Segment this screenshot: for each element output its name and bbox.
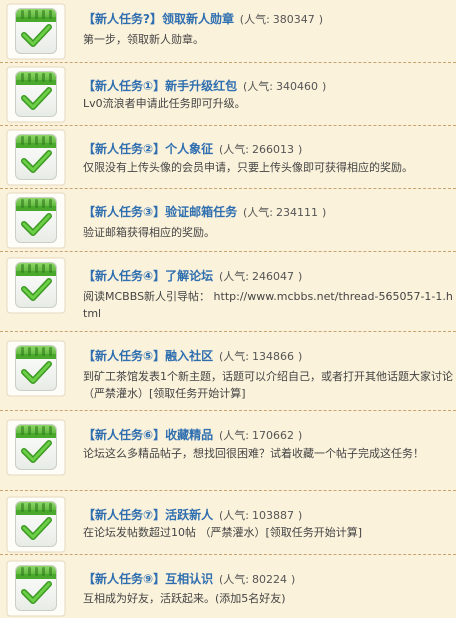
popularity-close: ) [298,270,303,283]
task-title-line: 【新人任务?】领取新人勋章 (人气: 380347) [83,11,323,28]
task-title-line: 【新人任务③】验证邮箱任务 (人气: 234111) [83,204,326,221]
task-checkbox-icon[interactable] [4,494,68,554]
task-item: 【新人任务①】新手升级红包 (人气: 340460) Lv0流浪者申请此任务即可升… [0,63,456,126]
popularity-close: ) [298,143,303,156]
task-checkbox-icon[interactable] [4,417,68,477]
task-checkbox-icon[interactable] [4,64,68,124]
task-title-line: 【新人任务⑨】互相认识 (人气: 80224) [83,571,295,588]
popularity-label: (人气: [243,80,273,93]
task-description: 第一步，领取新人勋章。 [83,33,204,46]
task-title-link[interactable]: 【新人任务③】验证邮箱任务 [83,205,237,219]
task-title-line: 【新人任务⑥】收藏精品 (人气: 170662) [83,427,302,444]
task-checkbox-icon[interactable] [4,338,68,398]
popularity-count: 380347 [272,13,315,26]
popularity-label: (人气: [243,206,273,219]
popularity-count: 103887 [252,509,294,522]
task-checkbox-icon[interactable] [4,127,68,187]
popularity-label: (人气: [219,509,249,522]
popularity-label: (人气: [219,270,249,283]
task-title-link[interactable]: 【新人任务②】个人象征 [83,142,213,156]
popularity-close: ) [318,13,324,26]
popularity-label: (人气: [219,143,249,156]
popularity-count: 170662 [252,429,294,442]
task-title-line: 【新人任务①】新手升级红包 (人气: 340460) [83,78,326,95]
popularity-close: ) [322,206,327,219]
task-item: 【新人任务③】验证邮箱任务 (人气: 234111) 验证邮箱获得相应的奖励。 [0,189,456,252]
popularity-close: ) [298,429,303,442]
task-description: 阅读MCBBS新人引导帖： http://www.mcbbs.net/threa… [83,290,453,320]
task-title-link[interactable]: 【新人任务⑦】活跃新人 [83,508,213,522]
task-title-line: 【新人任务⑦】活跃新人 (人气: 103887) [83,507,302,524]
task-description: 互相成为好友，活跃起来。(添加5名好友) [83,592,286,605]
popularity-count: 266013 [252,143,294,156]
task-checkbox-icon[interactable] [4,255,68,315]
task-title-link[interactable]: 【新人任务①】新手升级红包 [83,79,237,93]
popularity-close: ) [298,509,303,522]
popularity-count: 134866 [252,350,294,363]
task-description: 在论坛发帖数超过10帖 （严禁灌水）[领取任务开始计算] [83,526,363,539]
popularity-label: (人气: [219,429,249,442]
task-checkbox-icon[interactable] [4,190,68,250]
task-description: 论坛这么多精品帖子，想找回很困难？试着收藏一个帖子完成这任务！ [83,447,424,460]
task-item: 【新人任务⑥】收藏精品 (人气: 170662) 论坛这么多精品帖子，想找回很困难… [0,411,456,491]
task-list: 【新人任务?】领取新人勋章 (人气: 380347) 第一步，领取新人勋章。 【新… [0,0,456,617]
popularity-count: 340460 [276,80,318,93]
task-title-line: 【新人任务⑤】融入社区 (人气: 134866) [83,348,302,365]
task-title-link[interactable]: 【新人任务⑥】收藏精品 [83,428,213,442]
task-item: 【新人任务⑨】互相认识 (人气: 80224) 互相成为好友，活跃起来。(添加5名… [0,555,456,617]
task-item: 【新人任务②】个人象征 (人气: 266013) 仅限没有上传头像的会员申请，只要… [0,126,456,189]
task-item: 【新人任务?】领取新人勋章 (人气: 380347) 第一步，领取新人勋章。 [0,0,456,63]
popularity-count: 80224 [252,573,287,586]
task-title-link[interactable]: 【新人任务?】领取新人勋章 [83,12,234,26]
task-item: 【新人任务④】了解论坛 (人气: 246047) 阅读MCBBS新人引导帖： ht… [0,252,456,332]
task-description: 验证邮箱获得相应的奖励。 [83,226,215,239]
popularity-close: ) [291,573,296,586]
popularity-label: (人气: [219,573,249,586]
popularity-label: (人气: [219,350,249,363]
task-title-link[interactable]: 【新人任务⑨】互相认识 [83,572,213,586]
task-checkbox-icon[interactable] [4,558,68,618]
popularity-label: (人气: [239,13,270,26]
popularity-count: 234111 [276,206,318,219]
task-description: 到矿工茶馆发表1个新主题，话题可以介绍自己，或者打开其他话题大家讨论 （严禁灌水… [83,370,453,400]
popularity-close: ) [322,80,327,93]
task-title-line: 【新人任务④】了解论坛 (人气: 246047) [83,268,302,285]
popularity-count: 246047 [252,270,294,283]
task-item: 【新人任务⑤】融入社区 (人气: 134866) 到矿工茶馆发表1个新主题，话题可… [0,332,456,411]
popularity-close: ) [298,350,303,363]
task-title-link[interactable]: 【新人任务④】了解论坛 [83,269,213,283]
task-title-link[interactable]: 【新人任务⑤】融入社区 [83,349,213,363]
task-description: 仅限没有上传头像的会员申请，只要上传头像即可获得相应的奖励。 [83,161,413,174]
task-description: Lv0流浪者申请此任务即可升级。 [83,97,246,110]
task-checkbox-icon[interactable] [4,1,68,61]
task-title-line: 【新人任务②】个人象征 (人气: 266013) [83,141,302,158]
task-item: 【新人任务⑦】活跃新人 (人气: 103887) 在论坛发帖数超过10帖 （严禁灌… [0,491,456,555]
